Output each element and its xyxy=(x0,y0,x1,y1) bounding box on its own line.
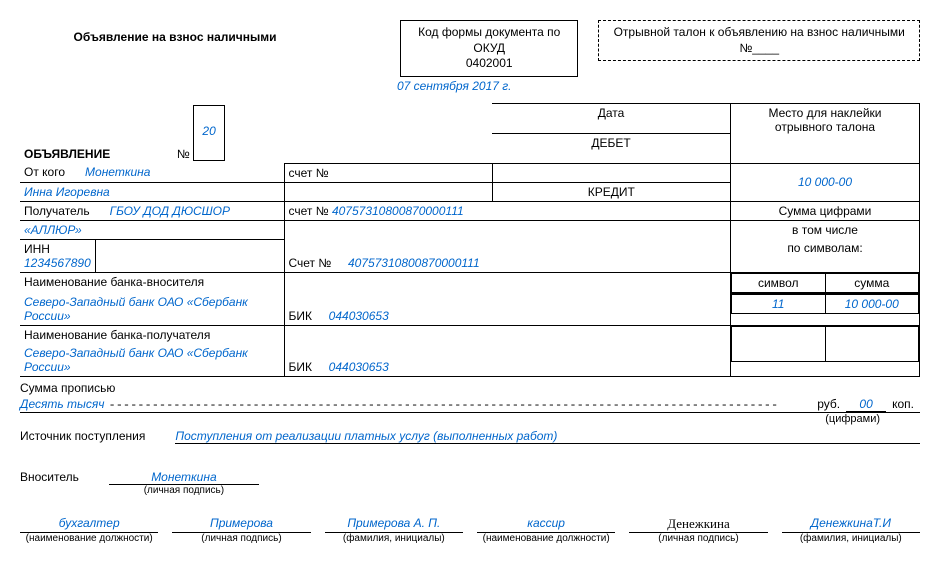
source-value: Поступления от реализации платных услуг … xyxy=(175,429,920,444)
bank-out-value: Северо-Западный банк ОАО «Сбербанк Росси… xyxy=(24,346,248,374)
tearoff-box: Отрывной талон к объявлению на взнос нал… xyxy=(598,20,920,61)
sig3-sub: (фамилия, инициалы) xyxy=(343,533,445,544)
depositor-value: Монеткина xyxy=(109,470,259,485)
sig5-sub: (личная подпись) xyxy=(658,533,738,544)
inn-schet-value: 40757310800870000111 xyxy=(348,256,480,270)
inn-label: ИНН xyxy=(24,242,50,256)
bik-label-2: БИК xyxy=(289,360,313,374)
from-name2: Инна Игоревна xyxy=(24,185,110,199)
kop-value: 00 xyxy=(846,397,886,412)
schet-label-2: счет № xyxy=(289,204,329,218)
num-value: 20 xyxy=(202,124,215,138)
bank-in-label: Наименование банка-вносителя xyxy=(20,272,284,293)
sticker-text1: Место для наклейки xyxy=(735,106,915,120)
recipient-schet: 40757310800870000111 xyxy=(332,204,464,218)
inn-schet-label: Счет № xyxy=(289,256,332,270)
summa-words-value: Десять тысяч xyxy=(20,397,109,411)
vtom-2: по символам: xyxy=(731,239,920,272)
sig2-value: Примерова xyxy=(172,516,310,533)
cifr-label: (цифрами) xyxy=(20,413,920,425)
debet-label: ДЕБЕТ xyxy=(492,133,731,163)
sig6-value: ДенежкинаТ.И xyxy=(782,516,920,533)
sig1-sub: (наименование должности) xyxy=(26,533,153,544)
sig2-sub: (личная подпись) xyxy=(201,533,281,544)
source-label: Источник поступления xyxy=(20,429,175,443)
date-value: 07 сентября 2017 г. xyxy=(330,79,578,93)
sig1-value: бухгалтер xyxy=(20,516,158,533)
summa-cifr-label: Сумма цифрами xyxy=(731,201,920,220)
from-name1: Монеткина xyxy=(85,165,150,179)
num-label: № xyxy=(177,147,190,161)
from-label: От кого xyxy=(24,165,65,179)
sticker-text2: отрывного талона xyxy=(735,120,915,134)
bik-label-1: БИК xyxy=(289,309,313,323)
obj-title: ОБЪЯВЛЕНИЕ xyxy=(24,147,110,161)
summa-words-label: Сумма прописью xyxy=(20,381,115,395)
bank-in-value: Северо-Западный банк ОАО «Сбербанк Росси… xyxy=(24,295,248,323)
bik-value-2: 044030653 xyxy=(329,360,389,374)
amount-10000: 10 000-00 xyxy=(731,163,920,201)
sig3-value: Примерова А. П. xyxy=(325,516,463,533)
sig6-sub: (фамилия, инициалы) xyxy=(800,533,902,544)
symbol-value: 11 xyxy=(732,294,826,313)
form-title: Объявление на взнос наличными xyxy=(20,20,330,44)
inn-value: 1234567890 xyxy=(24,256,91,270)
okud-box: Код формы документа по ОКУД 0402001 xyxy=(400,20,578,77)
summa-cell-value: 10 000-00 xyxy=(825,294,919,313)
kredit-label: КРЕДИТ xyxy=(492,182,731,201)
depositor-sub: (личная подпись) xyxy=(109,485,259,496)
symbol-label: символ xyxy=(732,273,826,292)
rub-label: руб. xyxy=(811,397,846,411)
recipient-label: Получатель xyxy=(24,204,90,218)
date-label: Дата xyxy=(492,103,731,133)
okud-label: Код формы документа по ОКУД xyxy=(418,25,560,55)
sig5-value: Денежкина xyxy=(629,516,767,533)
bank-out-label: Наименование банка-получателя xyxy=(20,326,284,345)
okud-value: 0402001 xyxy=(466,56,513,70)
vtom-1: в том числе xyxy=(731,220,920,239)
kop-label: коп. xyxy=(886,397,920,411)
summa-col-label: сумма xyxy=(825,273,919,292)
recipient-name2: «АЛЛЮР» xyxy=(24,223,82,237)
recipient-name1: ГБОУ ДОД ДЮСШОР xyxy=(110,204,230,218)
depositor-label: Вноситель xyxy=(20,470,109,484)
sig4-value: кассир xyxy=(477,516,615,533)
sig4-sub: (наименование должности) xyxy=(483,533,610,544)
bik-value-1: 044030653 xyxy=(329,309,389,323)
schet-label-1: счет № xyxy=(284,163,492,182)
